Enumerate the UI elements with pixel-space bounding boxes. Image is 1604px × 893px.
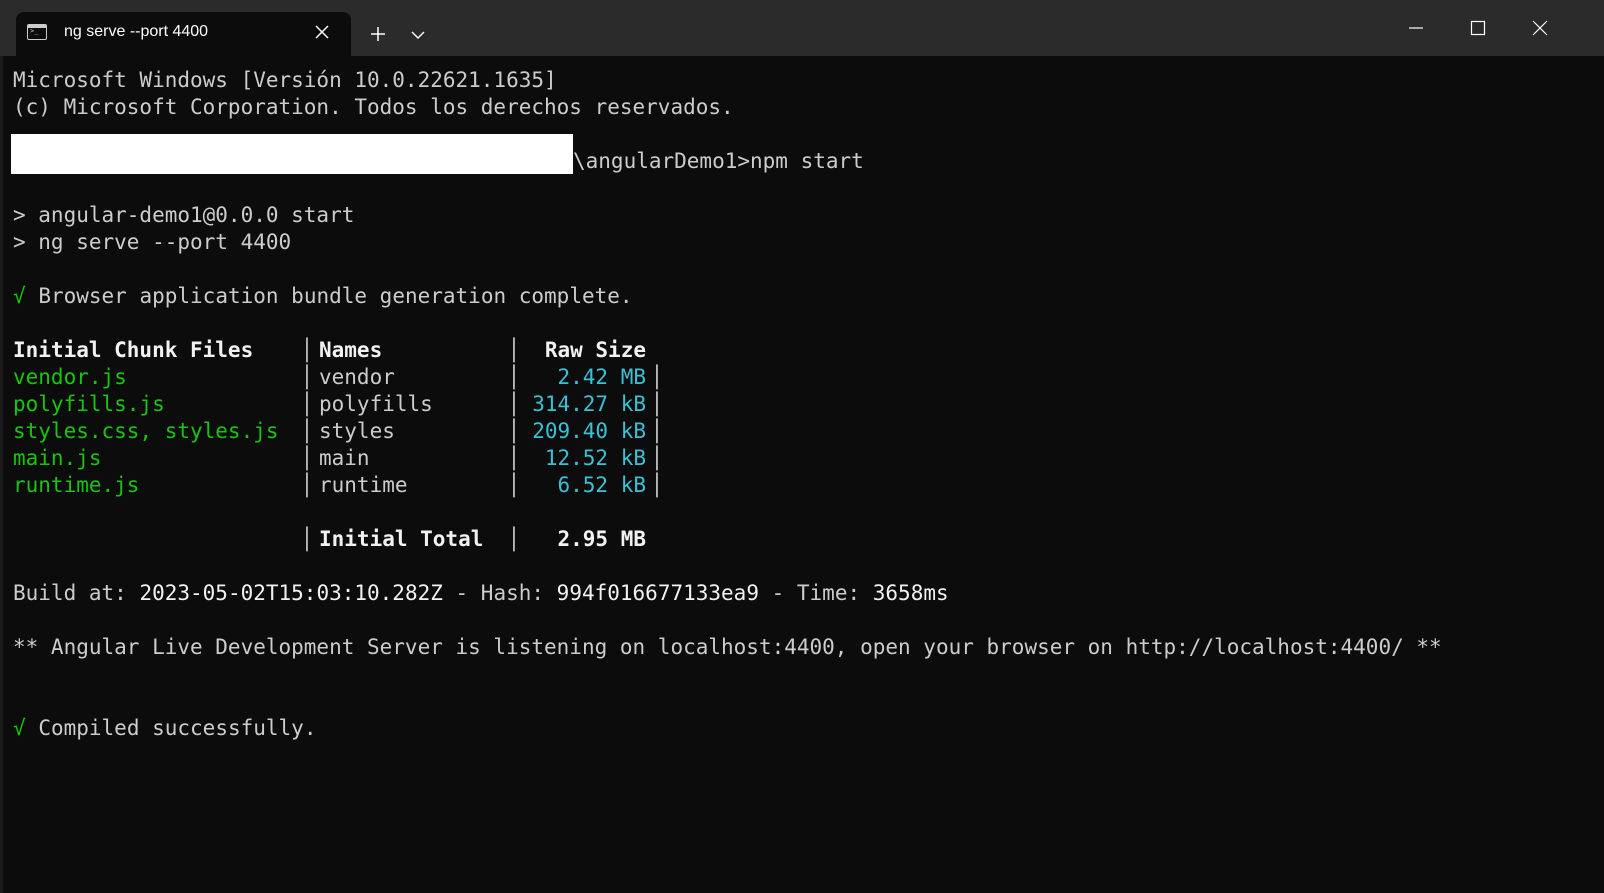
- header-line-1: Microsoft Windows [Versión 10.0.22621.16…: [13, 68, 557, 92]
- npm-line-2: > ng serve --port 4400: [13, 230, 292, 254]
- server-message: ** Angular Live Development Server is li…: [13, 635, 1442, 659]
- chunk-file: runtime.js: [13, 473, 140, 497]
- table-row: polyfills.js │ polyfills │ 314.27 kB │: [13, 392, 664, 416]
- bundle-message: Browser application bundle generation co…: [38, 284, 633, 308]
- header-line-2: (c) Microsoft Corporation. Todos los der…: [13, 95, 734, 119]
- chunk-size: 2.42 MB: [557, 365, 646, 389]
- chunk-name: styles: [319, 419, 395, 443]
- close-window-icon[interactable]: [1517, 10, 1563, 46]
- compiled-message: Compiled successfully.: [38, 716, 317, 740]
- npm-line-1: > angular-demo1@0.0.0 start: [13, 203, 355, 227]
- header-files: Initial Chunk Files: [13, 338, 254, 362]
- chunk-file: polyfills.js: [13, 392, 165, 416]
- bundle-status-line: √ Browser application bundle generation …: [13, 283, 1604, 310]
- terminal-window: >_ ng serve --port 4400 Microsoft Window…: [0, 0, 1604, 893]
- build-info-line: Build at: 2023-05-02T15:03:10.282Z - Has…: [13, 580, 1604, 607]
- compiled-status-line: √ Compiled successfully.: [13, 715, 1604, 742]
- chunk-size: 314.27 kB: [532, 392, 646, 416]
- chunk-file: main.js: [13, 446, 102, 470]
- command-text: \angularDemo1>npm start: [573, 149, 864, 173]
- chunk-size: 12.52 kB: [544, 446, 646, 470]
- chevron-down-icon[interactable]: [404, 24, 432, 46]
- maximize-icon[interactable]: [1455, 10, 1501, 46]
- minimize-icon[interactable]: [1393, 10, 1439, 46]
- header-raw-size: Raw Size: [544, 338, 646, 362]
- title-bar: >_ ng serve --port 4400: [0, 0, 1604, 56]
- check-icon: √: [13, 284, 26, 308]
- total-value: 2.95 MB: [557, 527, 646, 551]
- total-label: Initial Total: [319, 527, 484, 551]
- time-label: - Time:: [758, 581, 873, 605]
- table-row: runtime.js │ runtime │ 6.52 kB │: [13, 473, 664, 497]
- build-at-value: 2023-05-02T15:03:10.282Z: [139, 581, 443, 605]
- hash-value: 994f016677133ea9: [556, 581, 759, 605]
- new-tab-plus-icon[interactable]: [364, 22, 392, 46]
- command-line: \angularDemo1>npm start: [11, 134, 1604, 175]
- terminal-icon: >_: [27, 24, 47, 40]
- time-value: 3658ms: [872, 581, 949, 605]
- table-row: vendor.js │ vendor │ 2.42 MB │: [13, 365, 664, 389]
- chunk-name: vendor: [319, 365, 395, 389]
- tab-active[interactable]: >_ ng serve --port 4400: [16, 12, 351, 56]
- table-total-row: │ Initial Total │ 2.95 MB: [300, 527, 646, 551]
- chunk-size: 209.40 kB: [532, 419, 646, 443]
- chunk-file: vendor.js: [13, 365, 127, 389]
- table-row: styles.css, styles.js │ styles │ 209.40 kB │: [13, 419, 664, 443]
- terminal-output[interactable]: Microsoft Windows [Versión 10.0.22621.16…: [11, 67, 1604, 742]
- chunk-name: runtime: [319, 473, 408, 497]
- header-names: Names: [319, 338, 383, 362]
- table-header: Initial Chunk Files │ Names │ Raw Size: [13, 338, 646, 362]
- check-icon: √: [13, 716, 26, 740]
- chunk-size: 6.52 kB: [557, 473, 646, 497]
- redacted-path: [11, 134, 573, 174]
- table-row: main.js │ main │ 12.52 kB │: [13, 446, 664, 470]
- tab-close-icon[interactable]: [312, 22, 332, 42]
- chunk-name: polyfills: [319, 392, 433, 416]
- build-at-label: Build at:: [13, 581, 140, 605]
- chunk-name: main: [319, 446, 370, 470]
- tab-title: ng serve --port 4400: [64, 23, 209, 40]
- hash-label: - Hash:: [442, 581, 557, 605]
- window-edge: [0, 56, 3, 893]
- chunk-file: styles.css, styles.js: [13, 419, 279, 443]
